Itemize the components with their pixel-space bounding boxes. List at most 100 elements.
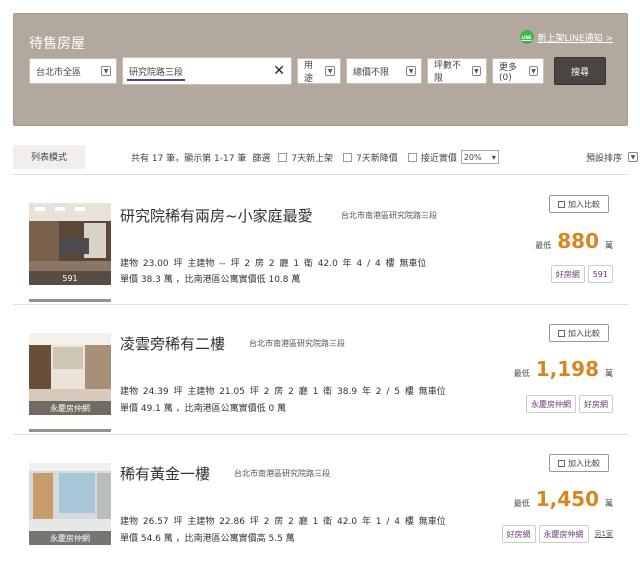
photo-source-label: 永慶房仲網 — [29, 531, 111, 545]
checkbox-icon[interactable] — [343, 152, 353, 162]
total-price-value: 總價不限 — [353, 67, 390, 78]
listing-title[interactable]: 稀有黃金一樓 — [120, 463, 210, 484]
source-tags: 好房網 永慶房仲網 另1家 — [501, 525, 613, 543]
total-price-select[interactable]: 總價不限 ▼ — [346, 58, 422, 84]
area-select[interactable]: 坪數不限 ▼ — [427, 58, 487, 84]
chevron-down-icon: ▾ — [491, 152, 496, 162]
price-label: 最低 — [513, 369, 530, 378]
more-filters-select[interactable]: 更多(0) ▼ — [492, 58, 544, 84]
listing-specs: 建物 26.57 坪 主建物 22.86 坪 2 房 2 廳 1 衛 42.0 … — [120, 517, 446, 527]
listing-address: 台北市南港區研究院路三段 — [249, 339, 345, 348]
source-tag[interactable]: 好房網 — [501, 525, 536, 543]
chevron-down-icon: ▼ — [529, 66, 538, 76]
checkbox-icon — [558, 200, 565, 208]
add-compare-label: 加入比較 — [568, 458, 600, 468]
keyword-value: 研究院路三段 — [129, 67, 184, 78]
add-compare-label: 加入比較 — [568, 199, 600, 209]
listing-photo[interactable]: 永慶房仲網 — [29, 463, 111, 545]
near-actual-filter[interactable]: 接近實價 — [407, 151, 457, 164]
listing-specs: 建物 23.00 坪 主建物 -- 坪 2 房 2 廳 1 衛 42.0 年 4… — [120, 259, 427, 269]
price-unit: 萬 — [605, 369, 613, 378]
price-value: 880 — [557, 229, 599, 253]
usage-select[interactable]: 用途 ▼ — [297, 58, 341, 84]
add-compare-button[interactable]: 加入比較 — [549, 195, 609, 213]
source-tag[interactable]: 永慶房仲網 — [526, 395, 576, 413]
photo-indicator — [29, 299, 111, 302]
new-7days-label: 7天新上架 — [291, 153, 334, 164]
checkbox-icon — [558, 459, 565, 467]
results-toolbar: 列表模式 共有 17 筆，顯示第 1-17 筆 篩選 7天新上架 7天新降價 接… — [13, 145, 640, 169]
near-actual-label: 接近實價 — [420, 153, 457, 164]
sort-select[interactable]: 預設排序 ▼ — [586, 151, 638, 164]
price-unit: 萬 — [605, 241, 613, 250]
district-value: 台北市全區 — [36, 67, 82, 78]
usage-value: 用途 — [304, 61, 314, 84]
photo-indicator — [29, 429, 111, 432]
chevron-down-icon: ▼ — [471, 66, 481, 76]
keyword-input[interactable]: 研究院路三段 ✕ — [122, 57, 292, 85]
photo-source-label: 591 — [29, 271, 111, 285]
add-compare-label: 加入比較 — [568, 328, 600, 338]
source-tag[interactable]: 好房網 — [579, 395, 613, 413]
checkbox-icon[interactable] — [278, 152, 288, 162]
results-summary: 共有 17 筆，顯示第 1-17 筆 — [131, 151, 246, 164]
search-panel: 待售房屋 LINE 新上架LINE通知 > 台北市全區 ▼ 研究院路三段 ✕ 用… — [13, 13, 628, 126]
price-label: 最低 — [513, 499, 530, 508]
price-row: 最低 880 萬 — [535, 229, 613, 253]
price-value: 1,450 — [535, 487, 599, 511]
chevron-down-icon: ▼ — [325, 66, 335, 76]
price-row: 最低 1,450 萬 — [514, 487, 613, 511]
source-tag[interactable]: 591 — [587, 265, 613, 283]
listing-title[interactable]: 凌雲旁稀有二樓 — [120, 333, 225, 354]
price-label: 最低 — [535, 241, 552, 250]
price-value: 1,198 — [535, 357, 599, 381]
price-drop-7days-filter[interactable]: 7天新降價 — [343, 151, 398, 164]
area-value: 坪數不限 — [434, 61, 462, 84]
price-row: 最低 1,198 萬 — [514, 357, 613, 381]
chevron-down-icon: ▼ — [101, 66, 111, 76]
results-count: 共有 17 筆，顯示第 1-17 筆 — [131, 153, 247, 164]
listing-card[interactable]: 591 研究院稀有兩房~小家庭最愛 台北市南港區研究院路三段 建物 23.00 … — [13, 174, 628, 304]
listing-unit-price: 單價 54.6 萬 ，比南港區公寓實價高 5.5 萬 — [120, 534, 295, 544]
more-sources-link[interactable]: 另1家 — [595, 529, 613, 539]
sort-label: 預設排序 — [585, 153, 622, 164]
filter-label: 篩選 — [252, 153, 271, 164]
listing-specs: 建物 24.39 坪 主建物 21.05 坪 2 房 2 廳 1 衛 38.9 … — [120, 387, 446, 397]
listing-card[interactable]: 永慶房仲網 稀有黃金一樓 台北市南港區研究院路三段 建物 26.57 坪 主建物… — [13, 434, 628, 564]
listing-title[interactable]: 研究院稀有兩房~小家庭最愛 — [120, 205, 313, 226]
pct-value: 20% — [463, 152, 482, 162]
source-tag[interactable]: 好房網 — [550, 265, 585, 283]
filter-row: 台北市全區 ▼ 研究院路三段 ✕ 用途 ▼ 總價不限 ▼ 坪數不限 ▼ 更多(0… — [29, 57, 606, 85]
line-icon: LINE — [519, 30, 534, 44]
add-compare-button[interactable]: 加入比較 — [549, 324, 609, 342]
photo-source-label: 永慶房仲網 — [29, 401, 111, 415]
listing-address: 台北市南港區研究院路三段 — [234, 469, 330, 478]
checkbox-icon — [558, 329, 565, 337]
source-tag[interactable]: 永慶房仲網 — [538, 525, 589, 543]
new-7days-filter[interactable]: 7天新上架 — [278, 151, 333, 164]
chevron-down-icon: ▼ — [406, 66, 416, 76]
listing-photo[interactable]: 591 — [29, 203, 111, 285]
district-select[interactable]: 台北市全區 ▼ — [29, 58, 117, 84]
listing-card[interactable]: 永慶房仲網 凌雲旁稀有二樓 台北市南港區研究院路三段 建物 24.39 坪 主建… — [13, 304, 628, 434]
search-button[interactable]: 搜尋 — [554, 57, 606, 85]
price-drop-7days-label: 7天新降價 — [356, 153, 398, 164]
price-unit: 萬 — [605, 499, 613, 508]
line-notify-link[interactable]: LINE 新上架LINE通知 > — [519, 30, 614, 44]
line-notify-label: 新上架LINE通知 > — [537, 33, 614, 44]
tab-list-mode[interactable]: 列表模式 — [13, 145, 85, 169]
checkbox-icon[interactable] — [407, 152, 417, 162]
listing-address: 台北市南港區研究院路三段 — [341, 211, 437, 220]
clear-icon[interactable]: ✕ — [273, 63, 285, 79]
source-tags: 永慶房仲網 好房網 — [526, 395, 613, 413]
chevron-down-icon: ▼ — [628, 152, 638, 162]
more-filters-value: 更多(0) — [499, 62, 518, 83]
listing-photo[interactable]: 永慶房仲網 — [29, 333, 111, 415]
pct-select[interactable]: 20% ▾ — [460, 150, 499, 164]
listing-unit-price: 單價 49.1 萬 ，比南港區公寓實價低 0 萬 — [120, 404, 287, 414]
add-compare-button[interactable]: 加入比較 — [549, 454, 609, 472]
source-tags: 好房網 591 — [550, 265, 613, 283]
listing-unit-price: 單價 38.3 萬 ，比南港區公寓實價低 10.8 萬 — [120, 275, 301, 285]
panel-title: 待售房屋 — [29, 36, 85, 52]
filter-group: 篩選 — [252, 151, 270, 164]
